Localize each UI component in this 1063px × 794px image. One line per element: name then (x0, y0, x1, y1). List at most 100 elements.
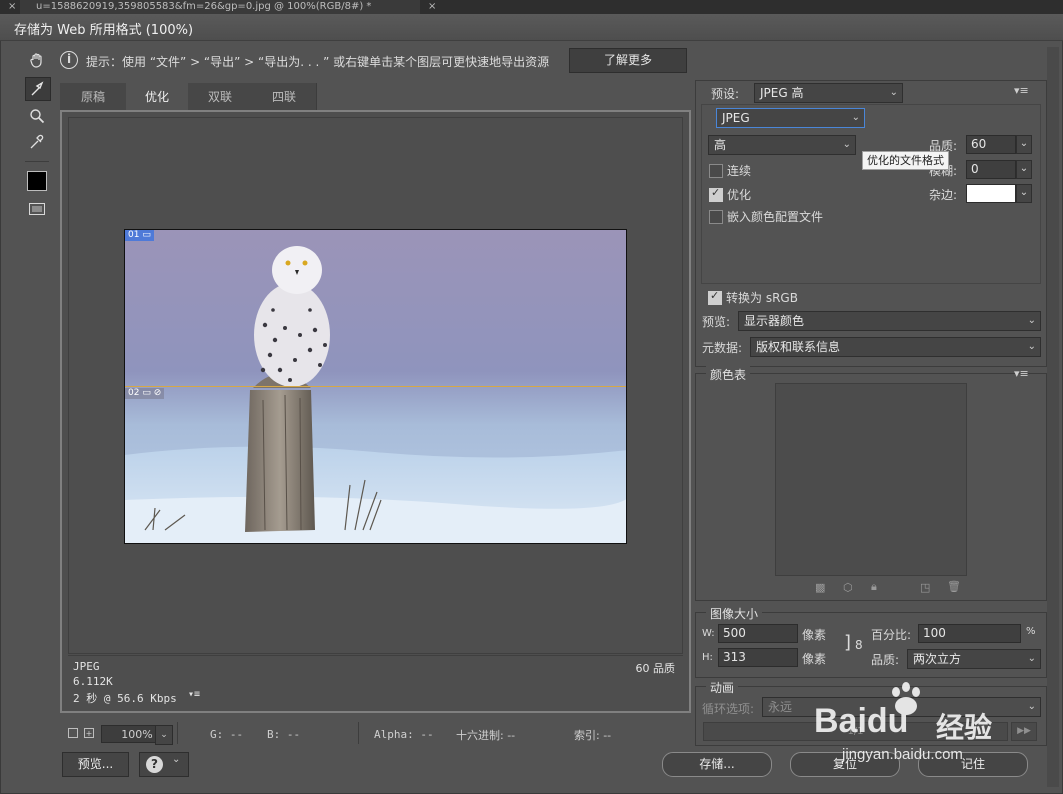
blur-input[interactable]: 0 (966, 160, 1016, 179)
percent-input[interactable]: 100 (918, 624, 1021, 643)
slice-02-number: 02 (128, 388, 140, 398)
chevron-down-icon: ⌄ (172, 754, 181, 765)
tab-original[interactable]: 原稿 (60, 83, 127, 111)
height-unit: 像素 (802, 652, 827, 666)
zoom-tool-icon[interactable] (25, 105, 49, 127)
color-table-title: 颜色表 (706, 366, 751, 383)
web-snap-icon[interactable]: ▩ (815, 581, 825, 594)
browser-select[interactable]: ? ⌄ (139, 752, 189, 777)
preview-mode-value: 显示器颜色 (744, 314, 805, 328)
percent-label: 百分比: (871, 628, 912, 642)
tab-optimized[interactable]: 优化 (126, 83, 189, 111)
document-tab-strip: × u=1588620919,359805583&fm=26&gp=0.jpg … (0, 0, 1063, 14)
download-speed-menu-icon[interactable]: ▾≡ (188, 689, 200, 700)
height-input[interactable]: 313 (718, 648, 798, 667)
file-format-value: JPEG (722, 111, 750, 125)
cube-icon[interactable]: ⬡ (843, 581, 853, 594)
color-table-menu-icon[interactable]: ▾≡ (1014, 367, 1029, 380)
optimize-menu-icon[interactable]: ▾≡ (1014, 84, 1029, 97)
progressive-checkbox[interactable] (709, 164, 723, 178)
index-readout: 索引: -- (574, 729, 612, 742)
watermark-text: 经验 (936, 711, 993, 744)
slice-divider (125, 386, 626, 387)
eyedropper-color-swatch[interactable] (25, 170, 49, 192)
width-label: W: (702, 628, 715, 639)
constrain-proportions-link-icon[interactable]: ] (844, 632, 851, 653)
info-file-size: 6.112K (73, 675, 113, 688)
embed-profile-label: 嵌入颜色配置文件 (727, 210, 824, 224)
zoom-in-icon[interactable]: + (84, 728, 94, 738)
tab-close-icon[interactable]: × (428, 0, 436, 14)
info-quality: 60 品质 (635, 662, 676, 675)
compression-quality-select[interactable]: 高 ⌄ (708, 135, 856, 155)
quality-input[interactable]: 60 (966, 135, 1016, 154)
green-readout: G: -- (210, 728, 244, 741)
loop-options-label: 循环选项: (702, 702, 755, 716)
chevron-down-icon[interactable]: ⌄ (1016, 160, 1032, 179)
eyedropper-tool-icon[interactable] (25, 131, 49, 153)
learn-more-button[interactable]: 了解更多 (569, 48, 687, 73)
toggle-slice-visibility-icon[interactable] (25, 198, 49, 220)
save-button[interactable]: 存储... (662, 752, 772, 777)
chevron-down-icon: ⌄ (1027, 653, 1036, 664)
hex-readout: 十六进制: -- (456, 729, 516, 742)
chevron-down-icon: ⌄ (889, 87, 898, 98)
watermark-url: jingyan.baidu.com (842, 746, 963, 763)
matte-color-swatch[interactable] (966, 184, 1016, 203)
close-icon[interactable]: × (8, 0, 16, 14)
preview-mode-label: 预览: (702, 315, 731, 329)
hand-tool-icon[interactable] (25, 49, 49, 71)
help-globe-icon: ? (146, 756, 163, 773)
zoom-level-select[interactable]: 100% ⌄ (101, 725, 173, 745)
height-label: H: (702, 652, 713, 663)
right-panel-scrollbar[interactable] (1047, 47, 1059, 787)
document-tab[interactable]: u=1588620919,359805583&fm=26&gp=0.jpg @ … (20, 0, 436, 14)
status-bar: + 100% ⌄ G: -- B: -- Alpha: -- 十六进制: -- … (60, 722, 691, 746)
optimized-label: 优化 (727, 188, 752, 202)
slice-01-tag[interactable]: 01 ▭ (125, 230, 154, 241)
file-format-select[interactable]: JPEG ⌄ (716, 108, 865, 128)
alpha-readout: Alpha: -- (374, 728, 434, 741)
tab-2-up[interactable]: 双联 (188, 83, 253, 111)
image-info-panel: JPEG 6.112K 2 秒 @ 56.6 Kbps ▾≡ 60 品质 (68, 655, 683, 709)
zoom-out-icon[interactable] (68, 728, 78, 738)
chevron-down-icon[interactable]: ⌄ (1016, 135, 1032, 154)
convert-srgb-checkbox[interactable] (708, 289, 722, 305)
tab-4-up[interactable]: 四联 (252, 83, 317, 111)
format-tooltip: 优化的文件格式 (862, 151, 949, 170)
preset-select[interactable]: JPEG 高 ⌄ (754, 83, 903, 103)
matte-label: 杂边: (929, 188, 958, 202)
info-download-time: 2 秒 @ 56.6 Kbps (73, 692, 177, 705)
zoom-level-value: 100% (121, 728, 153, 741)
loop-options-value: 永远 (768, 700, 793, 714)
metadata-select[interactable]: 版权和联系信息 ⌄ (750, 337, 1041, 357)
trash-icon[interactable]: 🗑︎ (947, 580, 961, 593)
chevron-down-icon: ⌄ (1027, 341, 1036, 352)
chevron-down-icon[interactable]: ⌄ (155, 725, 173, 745)
color-table-grid[interactable] (775, 383, 967, 576)
watermark-brand: Baidu (814, 702, 909, 740)
width-input[interactable]: 500 (718, 624, 798, 643)
slice-02-tag[interactable]: 02 ▭ ⊘ (125, 388, 165, 399)
chevron-down-icon[interactable]: ⌄ (1016, 184, 1032, 203)
new-color-icon[interactable]: ◳ (920, 581, 930, 594)
chain-link-icon[interactable]: 8 (855, 638, 863, 652)
compression-quality-value: 高 (714, 138, 727, 152)
resample-method-select[interactable]: 两次立方 ⌄ (907, 649, 1041, 669)
progressive-label: 连续 (727, 164, 752, 178)
lock-icon[interactable]: 🔒︎ (871, 580, 877, 594)
image-slice-icon: ▭ (142, 388, 151, 398)
baidu-jingyan-watermark: Baidu 经验 jingyan.baidu.com (800, 680, 1030, 770)
chevron-down-icon: ⌄ (1027, 315, 1036, 326)
preview-button[interactable]: 预览... (62, 752, 129, 777)
animation-title: 动画 (706, 679, 739, 696)
optimized-checkbox[interactable] (709, 186, 723, 202)
preset-label: 预设: (711, 87, 740, 101)
preview-mode-select[interactable]: 显示器颜色 ⌄ (738, 311, 1041, 331)
document-tab-title: u=1588620919,359805583&fm=26&gp=0.jpg @ … (36, 1, 372, 12)
slice-select-tool-icon[interactable] (25, 77, 51, 101)
resample-quality-label: 品质: (871, 653, 900, 667)
width-unit: 像素 (802, 628, 827, 642)
blue-readout: B: -- (267, 728, 301, 741)
embed-profile-checkbox[interactable] (709, 210, 723, 224)
